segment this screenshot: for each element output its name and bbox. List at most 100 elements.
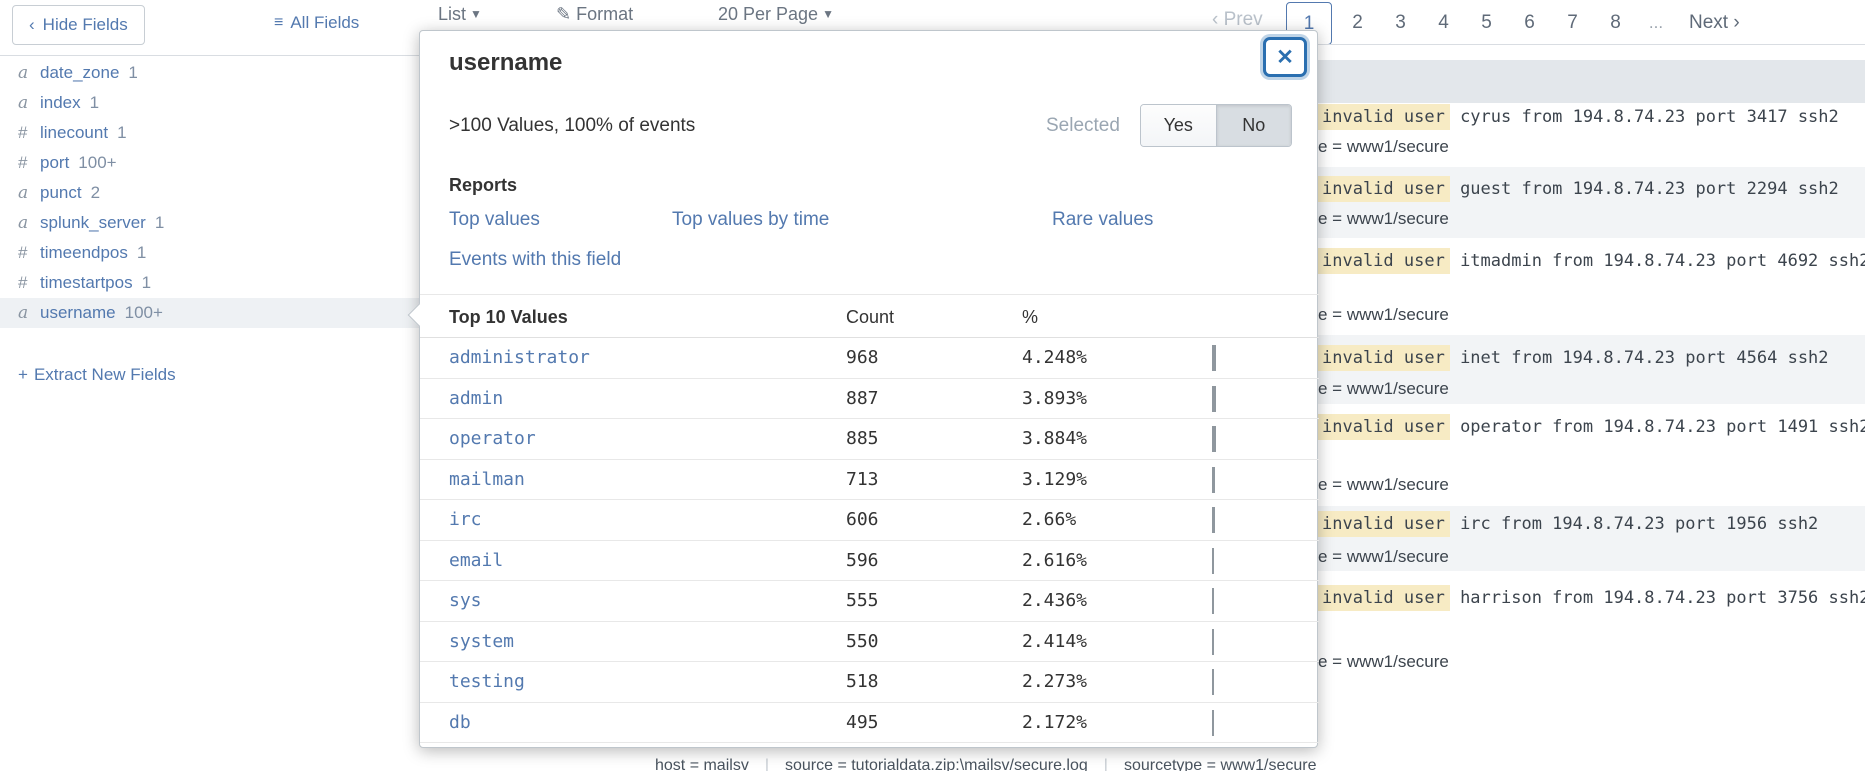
value-count: 606	[846, 500, 879, 541]
selected-no-button[interactable]: No	[1216, 105, 1292, 146]
value-link[interactable]: system	[449, 622, 514, 663]
value-percent: 2.66%	[1022, 500, 1076, 541]
value-link[interactable]: email	[449, 541, 503, 582]
field-count: 1	[155, 213, 164, 233]
pagination-page-2[interactable]: 2	[1336, 12, 1379, 34]
value-count: 713	[846, 460, 879, 501]
field-name: index	[40, 93, 81, 113]
list-icon: ≡	[274, 14, 283, 32]
event-raw-text: invalid user irc from 194.8.74.23 port 1…	[1316, 514, 1818, 534]
search-term-highlight[interactable]: invalid user	[1316, 414, 1450, 440]
format-button[interactable]: ✎ Format	[556, 4, 633, 25]
value-count: 968	[846, 338, 879, 379]
sidebar-field-timeendpos[interactable]: #timeendpos1	[0, 238, 422, 268]
value-count: 550	[846, 622, 879, 663]
value-count: 885	[846, 419, 879, 460]
list-view-dropdown[interactable]: List▼	[438, 4, 482, 25]
selected-yes-button[interactable]: Yes	[1141, 105, 1216, 146]
top-values-link[interactable]: Top values	[449, 209, 540, 231]
value-link[interactable]: operator	[449, 419, 536, 460]
pagination-next[interactable]: Next ›	[1689, 12, 1740, 34]
event-raw-text: invalid user operator from 194.8.74.23 p…	[1316, 417, 1865, 437]
top-values-table: administrator9684.248%admin8873.893%oper…	[420, 338, 1319, 743]
field-name: timeendpos	[40, 243, 128, 263]
search-term-highlight[interactable]: invalid user	[1316, 345, 1450, 371]
event-sourcetype-field[interactable]: e = www1/secure	[1318, 652, 1449, 672]
rare-values-link[interactable]: Rare values	[1052, 209, 1153, 231]
numeric-field-icon: #	[18, 123, 40, 143]
pagination-page-3[interactable]: 3	[1379, 12, 1422, 34]
field-name: punct	[40, 183, 82, 203]
numeric-field-icon: #	[18, 273, 40, 293]
sidebar-field-splunk_server[interactable]: asplunk_server1	[0, 208, 422, 238]
value-link[interactable]: testing	[449, 662, 525, 703]
top-values-by-time-link[interactable]: Top values by time	[672, 209, 829, 231]
sidebar-field-linecount[interactable]: #linecount1	[0, 118, 422, 148]
events-with-this-field-link[interactable]: Events with this field	[449, 249, 621, 271]
pagination-page-5[interactable]: 5	[1465, 12, 1508, 34]
search-term-highlight[interactable]: invalid user	[1316, 248, 1450, 274]
value-percent: 2.616%	[1022, 541, 1087, 582]
pagination-page-7[interactable]: 7	[1551, 12, 1594, 34]
extract-new-fields-link[interactable]: +Extract New Fields	[18, 365, 176, 385]
sidebar-field-date_zone[interactable]: adate_zone1	[0, 58, 422, 88]
event-field-value[interactable]: source = tutorialdata.zip:\mailsv/secure…	[785, 757, 1088, 771]
field-name: port	[40, 153, 69, 173]
selected-label: Selected	[1046, 115, 1120, 137]
search-term-highlight[interactable]: invalid user	[1316, 585, 1450, 611]
sidebar-field-punct[interactable]: apunct2	[0, 178, 422, 208]
value-count: 495	[846, 703, 879, 744]
field-count: 100+	[78, 153, 116, 173]
hide-fields-button[interactable]: ‹ Hide Fields	[12, 5, 145, 45]
pagination-page-8[interactable]: 8	[1594, 12, 1637, 34]
per-page-dropdown[interactable]: 20 Per Page▼	[718, 4, 834, 25]
event-sourcetype-field[interactable]: e = www1/secure	[1318, 475, 1449, 495]
event-field-value[interactable]: sourcetype = www1/secure	[1124, 757, 1317, 771]
pagination-prev[interactable]: ‹ Prev	[1212, 9, 1263, 31]
event-text: inet from 194.8.74.23 port 4564 ssh2	[1450, 348, 1829, 368]
field-summary: >100 Values, 100% of events	[449, 115, 695, 137]
percent-bar	[1212, 588, 1214, 614]
close-button[interactable]: ✕	[1263, 37, 1307, 77]
top-values-table-header: Top 10 Values Count %	[420, 294, 1319, 338]
value-link[interactable]: mailman	[449, 460, 525, 501]
value-percent: 4.248%	[1022, 338, 1087, 379]
event-field-value[interactable]: host = mailsv	[655, 757, 749, 771]
event-sourcetype-field[interactable]: e = www1/secure	[1318, 547, 1449, 567]
sidebar-field-username[interactable]: ausername100+	[0, 298, 422, 328]
numeric-field-icon: #	[18, 153, 40, 173]
event-raw-text: invalid user harrison from 194.8.74.23 p…	[1316, 588, 1865, 608]
field-count: 100+	[125, 303, 163, 323]
value-link[interactable]: db	[449, 703, 471, 744]
value-link[interactable]: admin	[449, 379, 503, 420]
pagination-ellipsis: ...	[1637, 13, 1675, 33]
event-text: guest from 194.8.74.23 port 2294 ssh2	[1450, 179, 1839, 199]
value-percent: 3.129%	[1022, 460, 1087, 501]
field-count: 1	[137, 243, 146, 263]
event-raw-text: invalid user itmadmin from 194.8.74.23 p…	[1316, 251, 1865, 271]
sidebar-field-timestartpos[interactable]: #timestartpos1	[0, 268, 422, 298]
value-count: 596	[846, 541, 879, 582]
event-sourcetype-field[interactable]: e = www1/secure	[1318, 379, 1449, 399]
value-link[interactable]: administrator	[449, 338, 590, 379]
value-link[interactable]: sys	[449, 581, 482, 622]
event-raw-text: invalid user inet from 194.8.74.23 port …	[1316, 348, 1829, 368]
search-term-highlight[interactable]: invalid user	[1316, 104, 1450, 130]
splunk-search-screen: List▼ ✎ Format 20 Per Page▼ ‹ Prev 1 234…	[0, 0, 1865, 771]
event-sourcetype-field[interactable]: e = www1/secure	[1318, 305, 1449, 325]
search-term-highlight[interactable]: invalid user	[1316, 176, 1450, 202]
search-term-highlight[interactable]: invalid user	[1316, 511, 1450, 537]
top-value-row: email 596 2.616%	[420, 541, 1319, 582]
event-sourcetype-field[interactable]: e = www1/secure	[1318, 209, 1449, 229]
all-fields-button[interactable]: ≡ All Fields	[274, 13, 359, 33]
sidebar-field-port[interactable]: #port 100+	[0, 148, 422, 178]
pagination: 2345678... Next ›	[1336, 0, 1740, 45]
top-value-row: administrator 968 4.248%	[420, 338, 1319, 379]
value-link[interactable]: irc	[449, 500, 482, 541]
pagination-page-6[interactable]: 6	[1508, 12, 1551, 34]
field-popover: username ✕ >100 Values, 100% of events S…	[419, 30, 1318, 748]
pagination-page-4[interactable]: 4	[1422, 12, 1465, 34]
sidebar-field-index[interactable]: aindex1	[0, 88, 422, 118]
event-sourcetype-field[interactable]: e = www1/secure	[1318, 137, 1449, 157]
value-count: 555	[846, 581, 879, 622]
